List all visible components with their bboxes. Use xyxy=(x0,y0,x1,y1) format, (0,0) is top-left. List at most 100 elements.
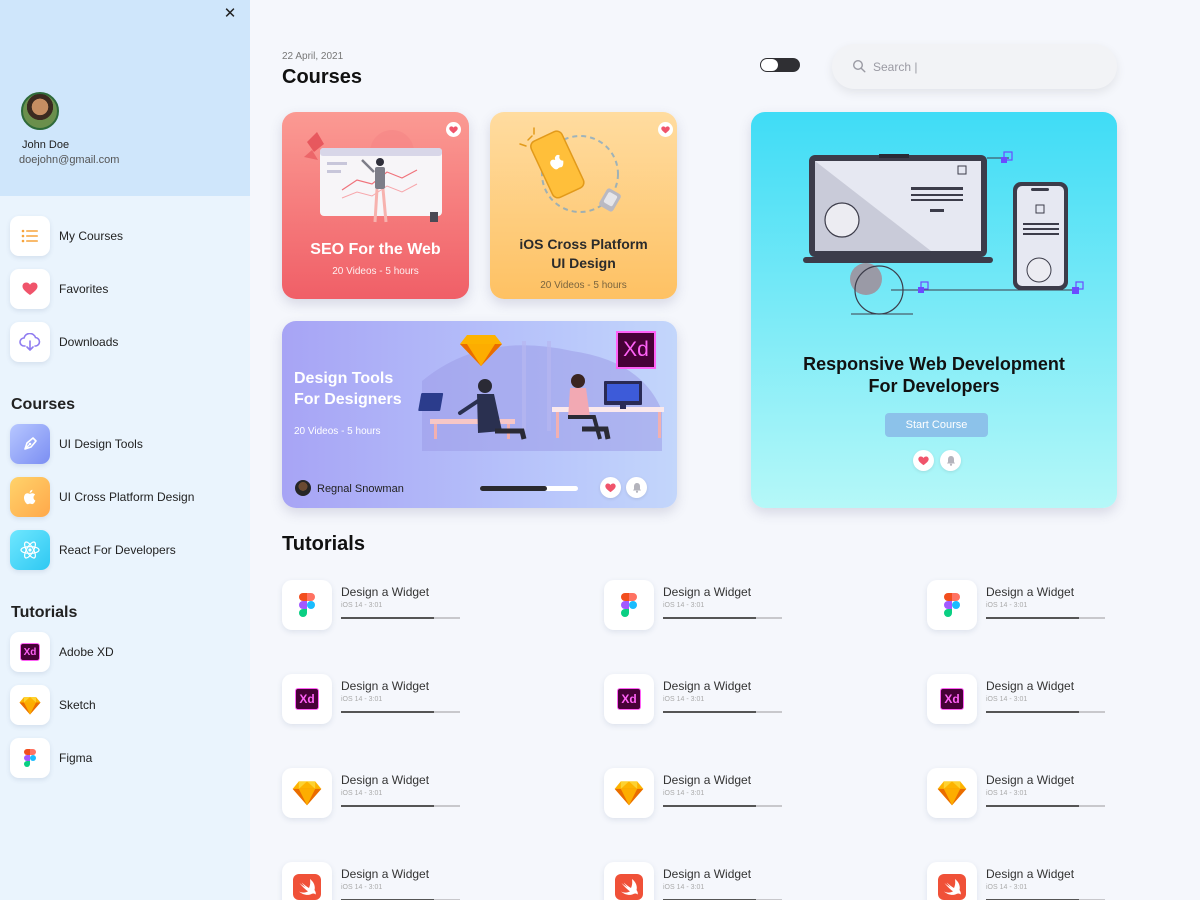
responsive-web-illustration xyxy=(803,151,1084,315)
sidebar-item-adobe-xd[interactable]: Xd Adobe XD xyxy=(10,632,240,672)
progress-fill xyxy=(341,711,434,713)
sidebar-item-ui-design-tools[interactable]: UI Design Tools xyxy=(10,424,240,464)
apple-icon xyxy=(10,477,50,517)
tutorial-progress-bar xyxy=(341,617,460,619)
sidebar-item-sketch[interactable]: Sketch xyxy=(10,685,240,725)
sidebar-item-label: Downloads xyxy=(59,335,119,349)
sketch-icon xyxy=(927,768,977,818)
start-course-button[interactable]: Start Course xyxy=(885,413,988,437)
tutorial-name: Design a Widget xyxy=(986,585,1075,599)
bell-icon xyxy=(632,483,641,493)
tutorial-item[interactable]: Xd Design a Widget iOS 14 - 3:01 xyxy=(927,674,1127,724)
tutorial-item[interactable]: Design a Widget iOS 14 - 3:01 xyxy=(927,580,1127,630)
sidebar-item-figma[interactable]: Figma xyxy=(10,738,240,778)
favorite-button[interactable] xyxy=(600,477,621,498)
course-card-seo[interactable]: SEO For the Web 20 Videos - 5 hours xyxy=(282,112,469,299)
tutorial-progress-bar xyxy=(663,711,782,713)
courses-heading: Courses xyxy=(11,396,76,413)
course-progress-bar xyxy=(480,486,578,491)
tutorial-progress-bar xyxy=(986,617,1105,619)
swift-icon xyxy=(927,862,977,900)
progress-fill xyxy=(986,711,1079,713)
sketch-icon xyxy=(604,768,654,818)
theme-toggle[interactable] xyxy=(760,58,800,72)
sidebar-item-downloads[interactable]: Downloads xyxy=(10,322,240,362)
notification-button[interactable] xyxy=(940,450,961,471)
sidebar-item-react-for-developers[interactable]: React For Developers xyxy=(10,530,240,570)
tutorial-item[interactable]: Design a Widget iOS 14 - 3:01 xyxy=(927,862,1127,900)
bell-icon xyxy=(946,456,955,466)
tutorial-item[interactable]: Design a Widget iOS 14 - 3:01 xyxy=(604,768,804,818)
course-card-design-tools[interactable]: Xd Design Tools For Designers 20 Videos … xyxy=(282,321,677,508)
tutorial-progress-bar xyxy=(663,805,782,807)
card-title-line1: iOS Cross Platform xyxy=(519,236,648,252)
tutorial-item[interactable]: Design a Widget iOS 14 - 3:01 xyxy=(282,862,482,900)
progress-fill xyxy=(663,711,756,713)
adobe-xd-icon: Xd xyxy=(282,674,332,724)
sidebar-item-label: Adobe XD xyxy=(59,645,114,659)
adobe-xd-icon: Xd xyxy=(604,674,654,724)
tutorial-meta: iOS 14 - 3:01 xyxy=(341,790,383,797)
sidebar-item-label: UI Cross Platform Design xyxy=(59,490,195,504)
pen-tool-icon xyxy=(10,424,50,464)
user-name: John Doe xyxy=(22,139,70,151)
tutorial-progress-bar xyxy=(663,617,782,619)
close-icon[interactable]: ✕ xyxy=(222,6,238,22)
heart-icon xyxy=(10,269,50,309)
seo-illustration xyxy=(304,130,442,223)
list-icon xyxy=(10,216,50,256)
sidebar: ✕ John Doe doejohn@gmail.com My Courses … xyxy=(0,0,250,900)
tutorial-item[interactable]: Design a Widget iOS 14 - 3:01 xyxy=(927,768,1127,818)
sidebar-item-label: My Courses xyxy=(59,229,124,243)
favorite-button[interactable] xyxy=(446,122,461,137)
tutorial-name: Design a Widget xyxy=(341,679,430,693)
cloud-download-icon xyxy=(10,322,50,362)
user-email: doejohn@gmail.com xyxy=(19,154,120,166)
tutorial-item[interactable]: Xd Design a Widget iOS 14 - 3:01 xyxy=(282,674,482,724)
card-title: Responsive Web Development For Developer… xyxy=(751,353,1117,397)
tutorials-heading: Tutorials xyxy=(282,533,365,555)
sketch-icon xyxy=(10,685,50,725)
figma-icon xyxy=(282,580,332,630)
favorite-button[interactable] xyxy=(913,450,934,471)
tutorial-progress-bar xyxy=(341,711,460,713)
tutorial-item[interactable]: Design a Widget iOS 14 - 3:01 xyxy=(604,580,804,630)
tutorial-name: Design a Widget xyxy=(986,773,1075,787)
tutorial-meta: iOS 14 - 3:01 xyxy=(663,602,705,609)
tutorial-progress-bar xyxy=(341,805,460,807)
adobe-xd-badge: Xd xyxy=(616,331,656,369)
tutorial-item[interactable]: Design a Widget iOS 14 - 3:01 xyxy=(282,768,482,818)
sidebar-item-my-courses[interactable]: My Courses xyxy=(10,216,240,256)
sketch-icon xyxy=(282,768,332,818)
progress-fill xyxy=(480,486,547,491)
avatar[interactable] xyxy=(21,92,59,130)
adobe-xd-icon: Xd xyxy=(10,632,50,672)
sidebar-item-favorites[interactable]: Favorites xyxy=(10,269,240,309)
course-card-ios[interactable]: iOS Cross Platform UI Design 20 Videos -… xyxy=(490,112,677,299)
react-icon xyxy=(10,530,50,570)
sidebar-item-label: Figma xyxy=(59,751,93,765)
figma-icon xyxy=(927,580,977,630)
card-title-line2: For Developers xyxy=(868,376,1000,396)
tutorial-progress-bar xyxy=(986,805,1105,807)
favorite-button[interactable] xyxy=(658,122,673,137)
tutorial-name: Design a Widget xyxy=(986,867,1075,881)
sidebar-item-ui-cross-platform-design[interactable]: UI Cross Platform Design xyxy=(10,477,240,517)
course-card-responsive-web[interactable]: Responsive Web Development For Developer… xyxy=(751,112,1117,508)
tutorial-item[interactable]: Design a Widget iOS 14 - 3:01 xyxy=(604,862,804,900)
progress-fill xyxy=(663,617,756,619)
progress-fill xyxy=(341,805,434,807)
card-title-line2: UI Design xyxy=(551,255,616,271)
card-title-line1: Responsive Web Development xyxy=(803,354,1065,374)
tutorial-meta: iOS 14 - 3:01 xyxy=(663,884,705,891)
tutorial-item[interactable]: Xd Design a Widget iOS 14 - 3:01 xyxy=(604,674,804,724)
tutorial-item[interactable]: Design a Widget iOS 14 - 3:01 xyxy=(282,580,482,630)
tutorials-heading: Tutorials xyxy=(11,604,78,621)
tutorial-meta: iOS 14 - 3:01 xyxy=(341,602,383,609)
search-input[interactable]: Search | xyxy=(832,44,1117,89)
tutorial-meta: iOS 14 - 3:01 xyxy=(663,790,705,797)
tutorial-name: Design a Widget xyxy=(663,867,752,881)
notification-button[interactable] xyxy=(626,477,647,498)
tutorial-meta: iOS 14 - 3:01 xyxy=(986,602,1028,609)
heart-icon xyxy=(449,125,458,133)
